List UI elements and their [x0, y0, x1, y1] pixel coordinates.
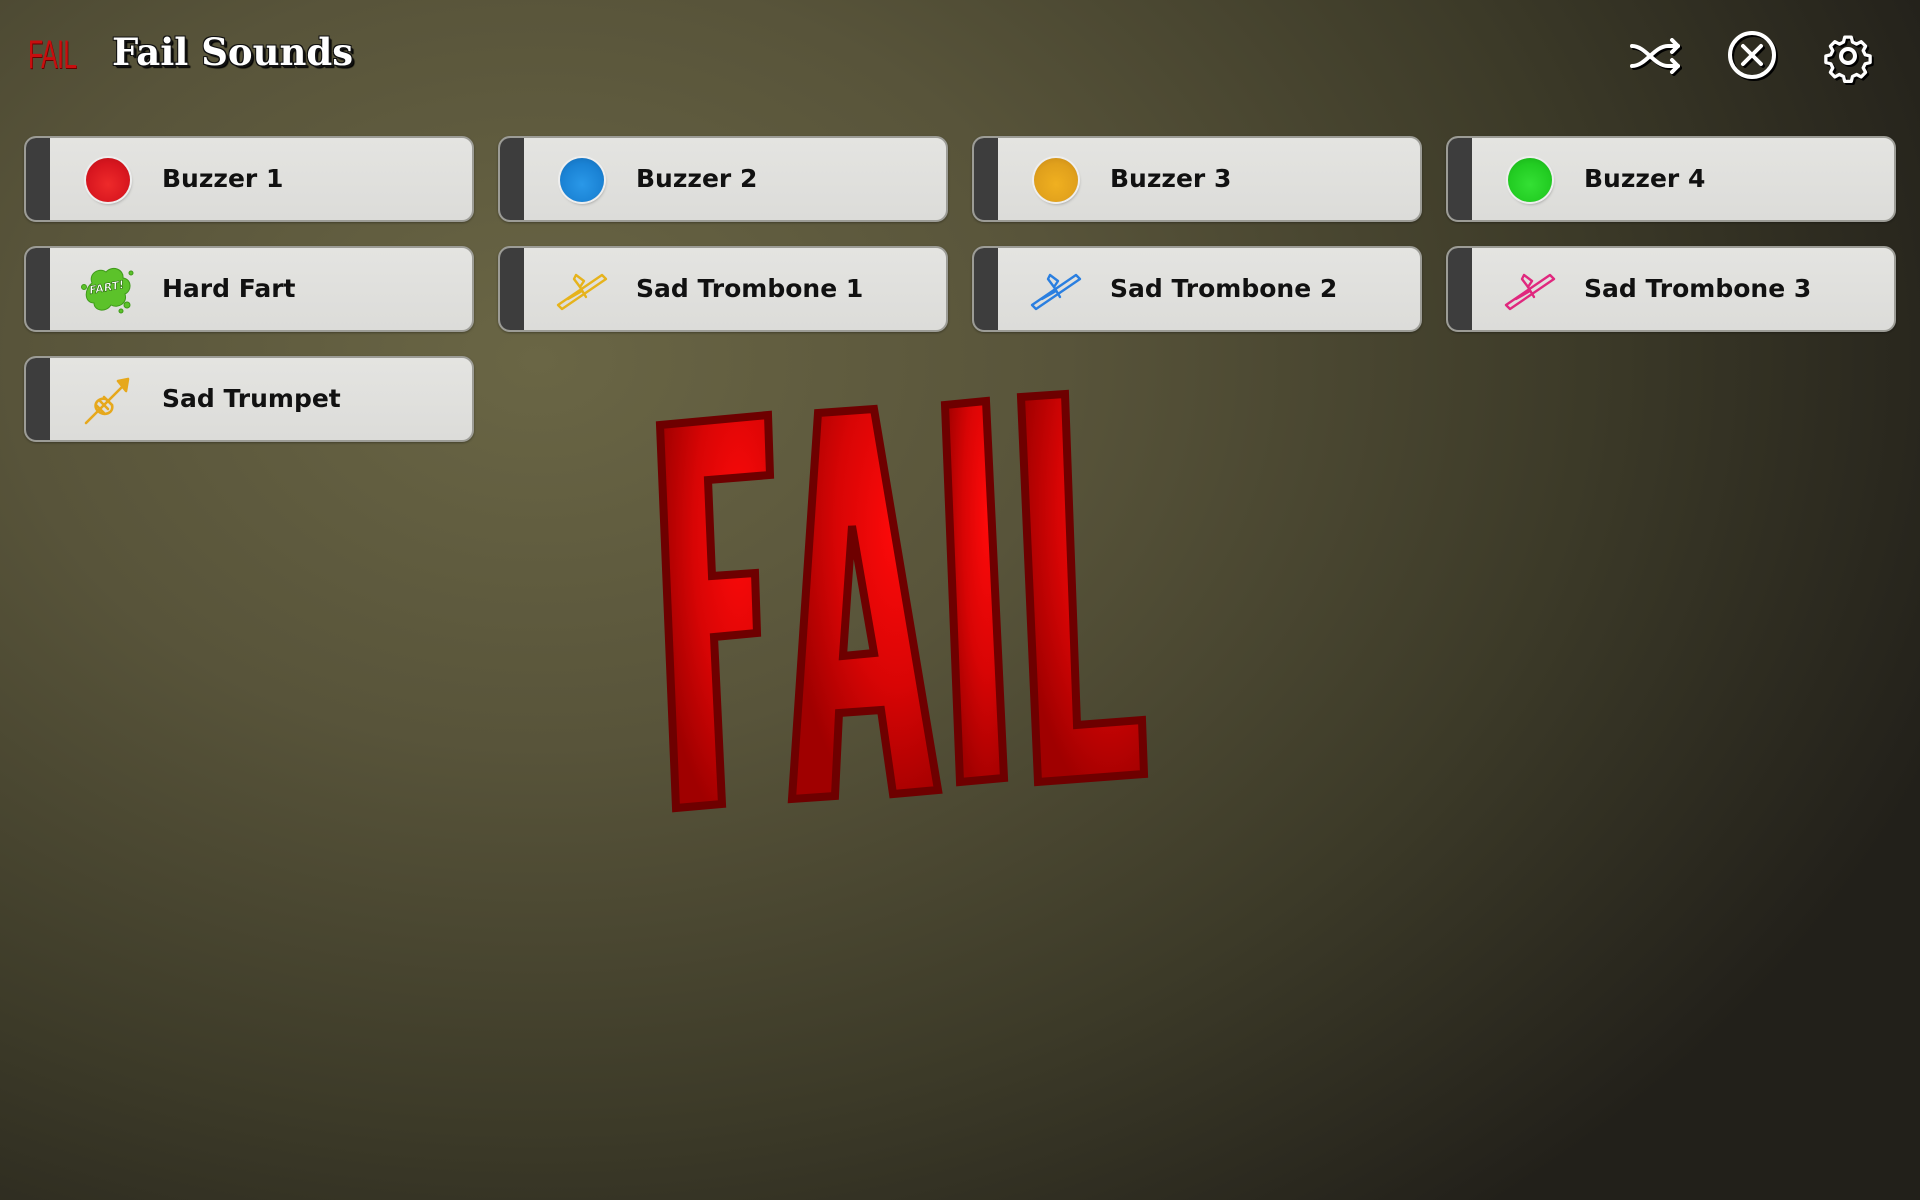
stop-button[interactable]: [1724, 28, 1780, 84]
button-stripe: [974, 138, 998, 220]
sound-label: Buzzer 1: [162, 164, 284, 193]
button-stripe: [26, 358, 50, 440]
sound-button-sad-trombone-1[interactable]: Sad Trombone 1: [498, 246, 948, 332]
banner-letter-a: [787, 404, 943, 804]
buzzer-icon: [1026, 151, 1086, 211]
buzzer-icon: [552, 151, 612, 211]
button-stripe: [500, 248, 524, 330]
sound-button-buzzer-2[interactable]: Buzzer 2: [498, 136, 948, 222]
fart-cloud-icon: FART!: [78, 261, 138, 321]
sound-label: Sad Trombone 3: [1584, 274, 1812, 303]
trombone-icon: [1026, 261, 1086, 321]
sound-label: Sad Trumpet: [162, 384, 341, 413]
sound-button-buzzer-3[interactable]: Buzzer 3: [972, 136, 1422, 222]
sound-label: Sad Trombone 1: [636, 274, 864, 303]
sound-button-sad-trombone-3[interactable]: Sad Trombone 3: [1446, 246, 1896, 332]
gear-icon: [1824, 35, 1872, 84]
button-stripe: [500, 138, 524, 220]
app-title: Fail Sounds: [112, 30, 354, 74]
app-header: FAIL Fail Sounds: [0, 0, 1920, 112]
sound-label: Buzzer 2: [636, 164, 758, 193]
sound-label: Sad Trombone 2: [1110, 274, 1338, 303]
trumpet-icon: [78, 371, 138, 431]
button-stripe: [1448, 248, 1472, 330]
shuffle-icon: [1630, 38, 1680, 74]
sound-label: Hard Fart: [162, 274, 296, 303]
trombone-icon: [552, 261, 612, 321]
button-stripe: [974, 248, 998, 330]
sound-label: Buzzer 4: [1584, 164, 1706, 193]
fail-banner: [640, 380, 1280, 820]
close-circle-icon: [1728, 31, 1776, 79]
sound-button-sad-trombone-2[interactable]: Sad Trombone 2: [972, 246, 1422, 332]
sound-button-buzzer-4[interactable]: Buzzer 4: [1446, 136, 1896, 222]
button-stripe: [1448, 138, 1472, 220]
buzzer-icon: [78, 151, 138, 211]
button-stripe: [26, 138, 50, 220]
trombone-icon: [1500, 261, 1560, 321]
button-stripe: [26, 248, 50, 330]
banner-letter-l: [1016, 389, 1149, 787]
sound-button-buzzer-1[interactable]: Buzzer 1: [24, 136, 474, 222]
sound-button-hard-fart[interactable]: FART! Hard Fart: [24, 246, 474, 332]
sound-label: Buzzer 3: [1110, 164, 1232, 193]
banner-letter-i: [940, 396, 1009, 787]
banner-letter-f: [655, 410, 775, 813]
buzzer-icon: [1500, 151, 1560, 211]
shuffle-button[interactable]: [1628, 28, 1684, 84]
settings-button[interactable]: [1820, 28, 1876, 84]
sound-button-sad-trumpet[interactable]: Sad Trumpet: [24, 356, 474, 442]
app-logo: FAIL: [28, 33, 77, 77]
